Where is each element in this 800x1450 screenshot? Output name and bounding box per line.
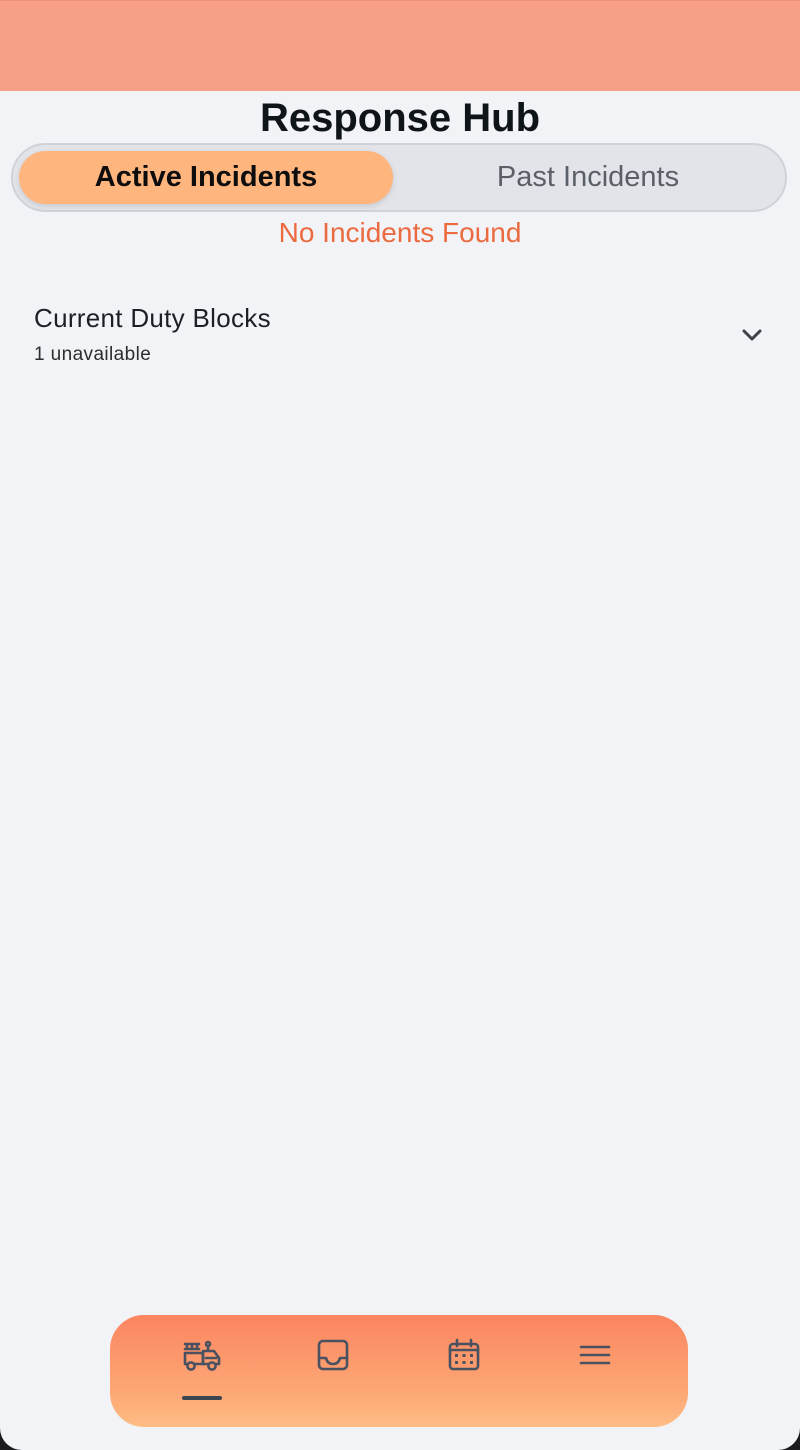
page-title: Response Hub — [259, 96, 541, 140]
duty-blocks-title: Current Duty Blocks — [34, 303, 271, 333]
menu-icon — [579, 1345, 611, 1365]
nav-item-inbox[interactable] — [303, 1335, 363, 1405]
active-nav-indicator — [182, 1396, 222, 1400]
chevron-down-icon[interactable] — [737, 320, 767, 350]
header-bar — [0, 0, 800, 91]
incident-tab-switcher: Active Incidents Past Incidents — [11, 143, 787, 212]
empty-incidents-message: No Incidents Found — [278, 217, 522, 248]
duty-blocks-panel[interactable]: Current Duty Blocks 1 unavailable — [0, 290, 800, 380]
calendar-icon — [448, 1338, 480, 1371]
tab-active-incidents[interactable]: Active Incidents — [19, 151, 393, 204]
fire-truck-icon — [183, 1340, 221, 1371]
bottom-navigation — [110, 1315, 688, 1427]
tab-past-incidents[interactable]: Past Incidents — [397, 151, 779, 204]
nav-item-calendar[interactable] — [434, 1335, 494, 1405]
duty-blocks-subtitle: 1 unavailable — [34, 344, 152, 365]
app-screen: Response Hub Active Incidents Past Incid… — [0, 0, 800, 1450]
inbox-icon — [317, 1339, 349, 1371]
nav-item-incidents[interactable] — [172, 1335, 232, 1405]
nav-item-menu[interactable] — [565, 1335, 625, 1405]
